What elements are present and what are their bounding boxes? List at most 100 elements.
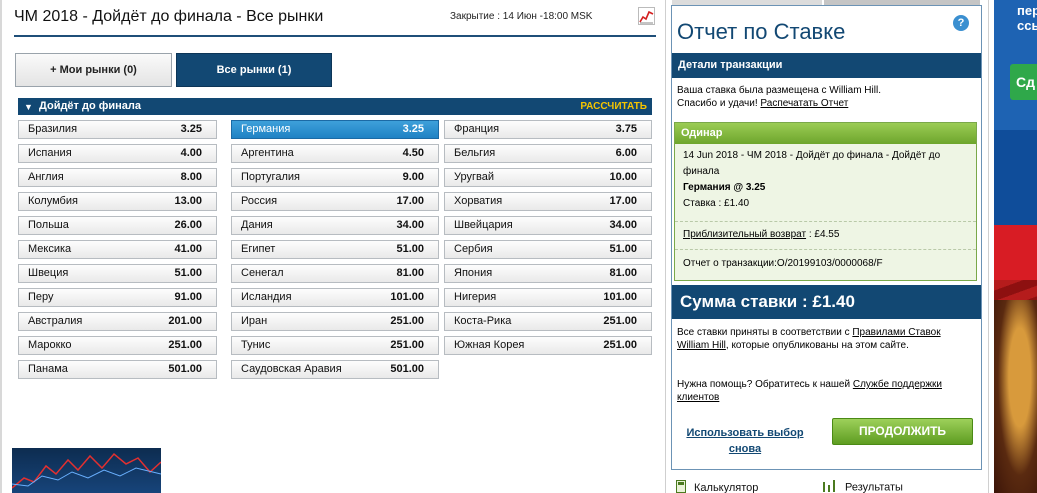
selection-button[interactable]: Исландия 101.00 <box>231 288 439 307</box>
selection-button[interactable]: Аргентина 4.50 <box>231 144 439 163</box>
continue-button[interactable]: ПРОДОЛЖИТЬ <box>832 418 973 445</box>
chart-icon[interactable] <box>638 7 655 25</box>
selection-button[interactable]: Швейцария 34.00 <box>444 216 652 235</box>
ad-player-image <box>994 300 1037 493</box>
selection-button[interactable]: Саудовская Аравия 501.00 <box>231 360 439 379</box>
ad-text-line: ссы <box>1017 18 1037 33</box>
selection-odds: 17.00 <box>396 195 424 207</box>
selection-odds: 81.00 <box>396 267 424 279</box>
selection-button[interactable]: Япония 81.00 <box>444 264 652 283</box>
placed-message: Ваша ставка была размещена с William Hil… <box>677 84 975 110</box>
selection-name: Аргентина <box>241 147 294 159</box>
selection-button[interactable]: Египет 51.00 <box>231 240 439 259</box>
selection-odds: 34.00 <box>396 219 424 231</box>
divider <box>675 221 976 222</box>
title-divider <box>14 35 656 37</box>
terms-suffix: , которые опубликованы на этом сайте. <box>725 340 909 351</box>
selection-button[interactable]: Коста-Рика 251.00 <box>444 312 652 331</box>
selection-button[interactable]: Панама 501.00 <box>18 360 217 379</box>
ad-cta-button[interactable]: Сд <box>1010 64 1037 100</box>
selection-name: Германия <box>241 123 291 135</box>
calculator-link[interactable]: Калькулятор <box>676 480 758 493</box>
selection-button[interactable]: Польша 26.00 <box>18 216 217 235</box>
promo-chart-thumbnail[interactable] <box>12 448 161 493</box>
selection-button[interactable]: Колумбия 13.00 <box>18 192 217 211</box>
luck-text: Спасибо и удачи! <box>677 98 758 109</box>
selection-name: Иран <box>241 315 268 327</box>
selection-button[interactable]: Германия 3.25 <box>231 120 439 139</box>
tab-my-markets[interactable]: + Мои рынки (0) <box>15 53 172 87</box>
single-bet-box: Одинар 14 Jun 2018 - ЧМ 2018 - Дойдёт до… <box>674 122 977 281</box>
terms-prefix: Все ставки приняты в соответствии с <box>677 327 853 338</box>
selection-odds: 251.00 <box>603 339 637 351</box>
selection-button[interactable]: Англия 8.00 <box>18 168 217 187</box>
selection-button[interactable]: Уругвай 10.00 <box>444 168 652 187</box>
help-prefix: Нужна помощь? Обратитесь к нашей <box>677 379 853 390</box>
selection-button[interactable]: Иран 251.00 <box>231 312 439 331</box>
selection-name: Швеция <box>28 267 69 279</box>
selection-odds: 6.00 <box>615 147 637 159</box>
selection-name: Бразилия <box>28 123 78 135</box>
selection-name: Мексика <box>28 243 72 255</box>
receipt-title: Отчет по Ставке <box>677 19 846 44</box>
selection-name: Саудовская Аравия <box>241 363 342 375</box>
approx-return-label[interactable]: Приблизительный возврат <box>683 229 806 240</box>
selection-name: Испания <box>28 147 72 159</box>
selection-button[interactable]: Франция 3.75 <box>444 120 652 139</box>
calculate-link[interactable]: РАССЧИТАТЬ <box>580 98 647 115</box>
selection-button[interactable]: Португалия 9.00 <box>231 168 439 187</box>
transaction-reference: Отчет о транзакции:O/20199103/0000068/F <box>683 258 883 269</box>
print-receipt-link[interactable]: Распечатать Отчет <box>760 98 848 109</box>
selection-name: Хорватия <box>454 195 503 207</box>
selection-button[interactable]: Испания 4.00 <box>18 144 217 163</box>
selection-odds: 201.00 <box>168 315 202 327</box>
selection-button[interactable]: Мексика 41.00 <box>18 240 217 259</box>
selection-button[interactable]: Хорватия 17.00 <box>444 192 652 211</box>
selection-button[interactable]: Австралия 201.00 <box>18 312 217 331</box>
selection-button[interactable]: Тунис 251.00 <box>231 336 439 355</box>
approx-return-value: : £4.55 <box>808 229 840 240</box>
placed-line: Ваша ставка была размещена с William Hil… <box>677 85 881 96</box>
market-group-header[interactable]: ▼ Дойдёт до финала РАССЧИТАТЬ <box>18 98 652 115</box>
selection-name: Тунис <box>241 339 271 351</box>
selection-button[interactable]: Россия 17.00 <box>231 192 439 211</box>
selection-name: Марокко <box>28 339 72 351</box>
selection-button[interactable]: Марокко 251.00 <box>18 336 217 355</box>
tab-all-markets[interactable]: Все рынки (1) <box>176 53 332 87</box>
selection-odds: 3.75 <box>615 123 637 135</box>
calculator-label: Калькулятор <box>694 481 759 493</box>
selection-name: Перу <box>28 291 54 303</box>
total-stake-bar: Сумма ставки : £1.40 <box>672 285 981 319</box>
selection-button[interactable]: Бельгия 6.00 <box>444 144 652 163</box>
selection-button[interactable]: Дания 34.00 <box>231 216 439 235</box>
selection-button[interactable]: Швеция 51.00 <box>18 264 217 283</box>
selection-button[interactable]: Сенегал 81.00 <box>231 264 439 283</box>
selection-name: Польша <box>28 219 69 231</box>
selection-button[interactable]: Сербия 51.00 <box>444 240 652 259</box>
ad-divider <box>988 0 989 493</box>
selection-odds: 101.00 <box>390 291 424 303</box>
selection-button[interactable]: Нигерия 101.00 <box>444 288 652 307</box>
calculator-icon <box>676 480 686 493</box>
selection-name: Сенегал <box>241 267 284 279</box>
transaction-details-header: Детали транзакции <box>672 53 981 78</box>
selection-button[interactable]: Бразилия 3.25 <box>18 120 217 139</box>
divider <box>675 249 976 250</box>
selection-odds: 10.00 <box>609 171 637 183</box>
advertisement-banner[interactable]: пер ссы Сд <box>994 0 1037 493</box>
selection-odds: 251.00 <box>603 315 637 327</box>
selection-name: Швейцария <box>454 219 513 231</box>
selection-name: Нигерия <box>454 291 497 303</box>
selection-button[interactable]: Перу 91.00 <box>18 288 217 307</box>
results-label: Результаты <box>845 481 903 493</box>
market-group-title: Дойдёт до финала <box>39 100 142 112</box>
selection-name: Египет <box>241 243 276 255</box>
selection-odds: 51.00 <box>609 243 637 255</box>
results-link[interactable]: Результаты <box>823 480 903 493</box>
reuse-selection-link[interactable]: Использовать выбор снова <box>680 425 810 457</box>
selection-odds: 81.00 <box>609 267 637 279</box>
column-divider <box>665 0 666 493</box>
selection-name: Исландия <box>241 291 292 303</box>
help-icon[interactable]: ? <box>953 15 969 31</box>
selection-button[interactable]: Южная Корея 251.00 <box>444 336 652 355</box>
